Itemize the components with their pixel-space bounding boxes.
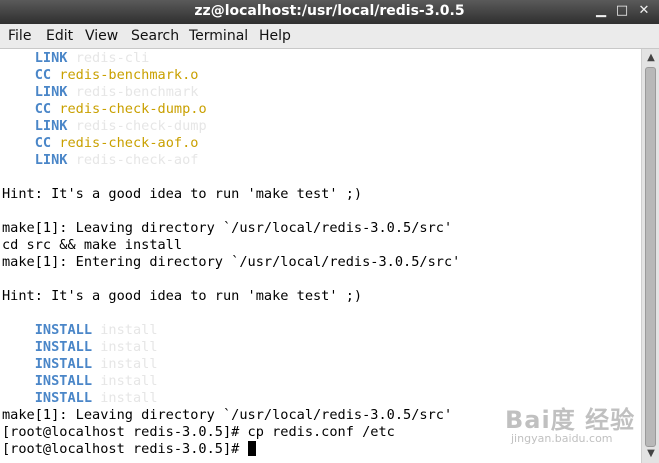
terminal-line: make[1]: Leaving directory `/usr/local/r… [2,220,453,236]
terminal-line: make[1]: Leaving directory `/usr/local/r… [2,407,453,423]
terminal-line: Hint: It's a good idea to run 'make test… [2,186,363,202]
scroll-down-icon[interactable]: ▼ [645,448,657,460]
terminal-line: LINK redis-benchmark [34,84,199,100]
terminal-line: CC redis-check-aof.o [34,135,199,151]
window-title: zz@localhost:/usr/local/redis-3.0.5 [194,3,465,19]
terminal-line: INSTALL install [34,390,158,406]
vertical-scrollbar[interactable]: ▲ ▼ [641,49,659,463]
window-titlebar[interactable]: zz@localhost:/usr/local/redis-3.0.5 ▁ □ … [0,0,659,24]
terminal-line: [root@localhost redis-3.0.5]# cp redis.c… [2,424,395,440]
terminal-line: INSTALL install [34,356,158,372]
terminal-line: CC redis-benchmark.o [34,67,199,83]
terminal-prompt-line: [root@localhost redis-3.0.5]# [2,441,256,458]
terminal-line: INSTALL install [34,322,158,338]
terminal-line: LINK redis-check-dump [34,118,207,134]
menu-search[interactable]: Search [129,27,181,45]
minimize-icon[interactable]: ▁ [593,3,609,19]
menu-edit[interactable]: Edit [44,27,75,45]
terminal-line: INSTALL install [34,339,158,355]
terminal-line: cd src && make install [2,237,183,253]
scroll-thumb[interactable] [645,67,656,447]
text-cursor [247,441,256,456]
terminal-line: Hint: It's a good idea to run 'make test… [2,288,363,304]
terminal-output[interactable]: LINK redis-cli CC redis-benchmark.o LINK… [0,49,641,463]
scroll-up-icon[interactable]: ▲ [645,52,657,64]
terminal-line: INSTALL install [34,373,158,389]
close-icon[interactable]: ✕ [636,3,652,19]
terminal-line: LINK redis-check-aof [34,152,199,168]
terminal-line: LINK redis-cli [34,50,150,66]
terminal-line: CC redis-check-dump.o [34,101,207,117]
menu-view[interactable]: View [83,27,120,45]
menu-bar: File Edit View Search Terminal Help [0,24,659,49]
shell-prompt: [root@localhost redis-3.0.5]# [2,441,248,457]
menu-terminal[interactable]: Terminal [187,27,250,45]
terminal-line: make[1]: Entering directory `/usr/local/… [2,254,461,270]
menu-file[interactable]: File [6,27,33,45]
menu-help[interactable]: Help [257,27,293,45]
maximize-icon[interactable]: □ [614,3,630,19]
